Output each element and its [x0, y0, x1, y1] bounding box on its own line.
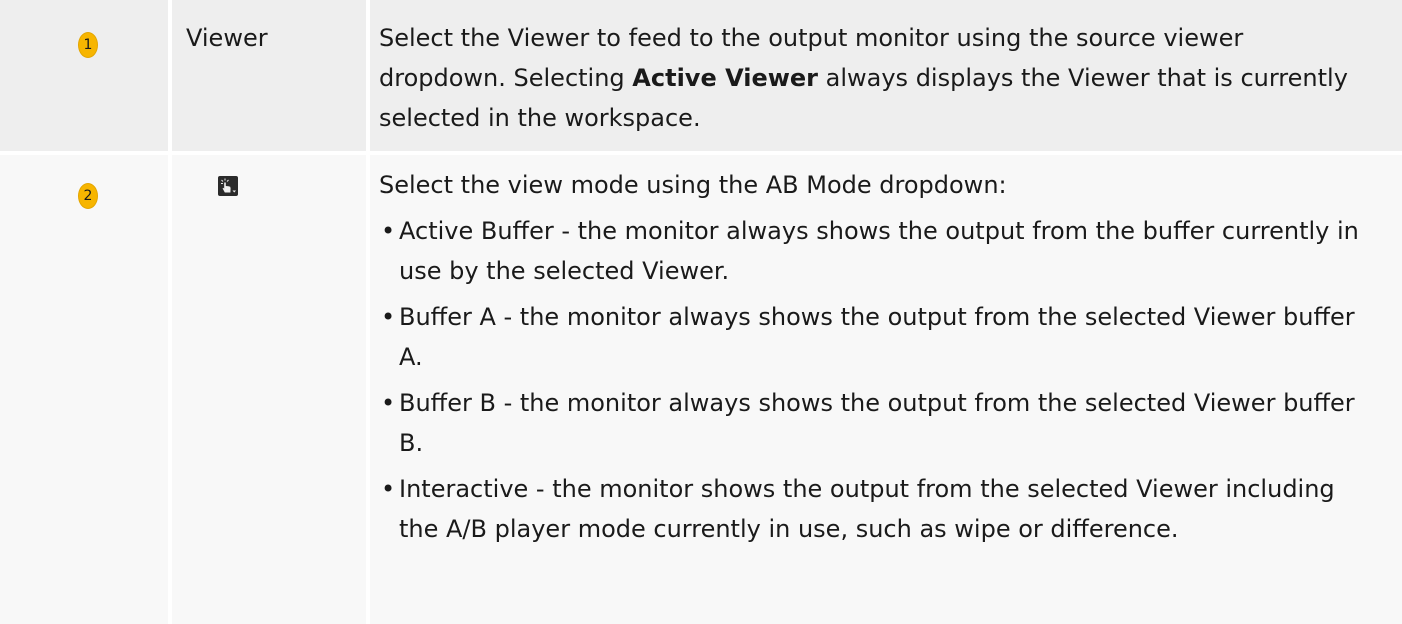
column-divider	[168, 0, 172, 624]
label-cell: Viewer	[171, 0, 369, 151]
number-cell: 2	[0, 155, 171, 624]
bullet-dot: •	[381, 217, 396, 245]
row-label-viewer: Viewer	[186, 24, 268, 52]
bullet-dot: •	[381, 389, 396, 417]
list-item: • Buffer B - the monitor always shows th…	[379, 383, 1362, 463]
bullet-text: Buffer A - the monitor always shows the …	[399, 303, 1355, 371]
list-item: • Active Buffer - the monitor always sho…	[379, 211, 1362, 291]
viewer-description: Select the Viewer to feed to the output …	[379, 24, 1348, 132]
number-cell: 1	[0, 0, 171, 151]
table-row-viewer: 1 Viewer Select the Viewer to feed to th…	[0, 0, 1402, 151]
ab-mode-pointer-icon	[218, 176, 238, 196]
ab-mode-intro: Select the view mode using the AB Mode d…	[379, 171, 1007, 199]
column-divider	[366, 0, 370, 624]
list-item: • Interactive - the monitor shows the ou…	[379, 469, 1362, 549]
options-table: 1 Viewer Select the Viewer to feed to th…	[0, 0, 1402, 624]
list-item: • Buffer A - the monitor always shows th…	[379, 297, 1362, 377]
callout-badge-1: 1	[78, 32, 98, 58]
active-viewer-term: Active Viewer	[632, 64, 819, 92]
ab-mode-description: Select the view mode using the AB Mode d…	[379, 165, 1362, 549]
bullet-text: Interactive - the monitor shows the outp…	[399, 475, 1335, 543]
table-row-ab-mode: 2 Select the view mode using the AB Mode…	[0, 155, 1402, 624]
description-cell: Select the Viewer to feed to the output …	[369, 0, 1402, 151]
bullet-text: Buffer B - the monitor always shows the …	[399, 389, 1355, 457]
label-cell	[171, 155, 369, 624]
callout-badge-2: 2	[78, 183, 98, 209]
bullet-dot: •	[381, 475, 396, 503]
bullet-dot: •	[381, 303, 396, 331]
description-cell: Select the view mode using the AB Mode d…	[369, 155, 1402, 624]
bullet-text: Active Buffer - the monitor always shows…	[399, 217, 1359, 285]
